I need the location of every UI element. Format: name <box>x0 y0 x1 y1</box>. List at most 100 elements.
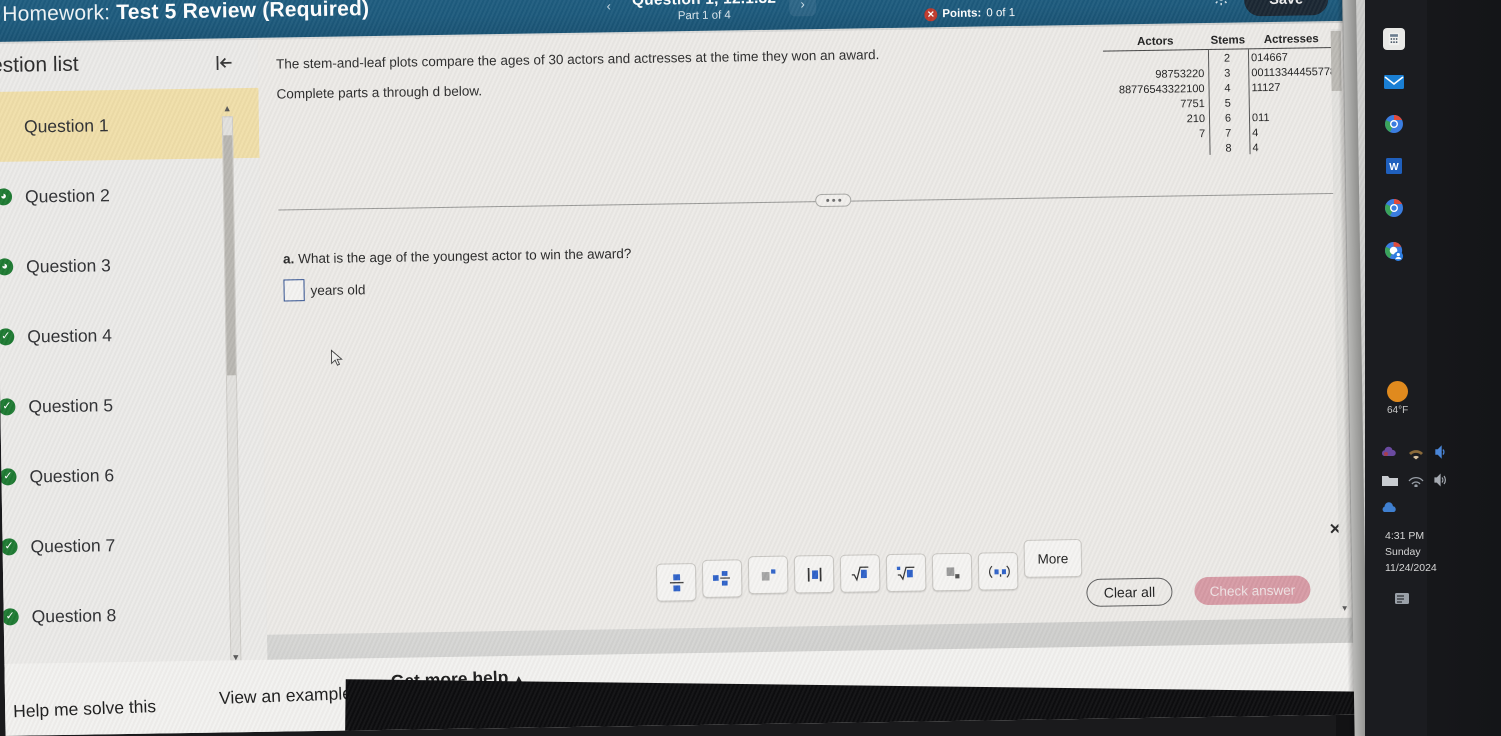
cell-stem: 7 <box>1225 127 1232 140</box>
cell-actors: 210 <box>1186 112 1206 126</box>
clear-all-button[interactable]: Clear all <box>1086 577 1173 607</box>
speaker-icon[interactable] <box>1433 444 1449 460</box>
ellipsis-dot <box>825 198 829 202</box>
monitor-screen: Homework: Test 5 Review (Required) ‹ Que… <box>0 0 1381 736</box>
status-icon: ◕ <box>0 258 14 276</box>
cell-actors: 98753220 <box>1155 67 1205 81</box>
answer-row: years old <box>283 278 366 302</box>
chrome-icon[interactable] <box>1383 197 1405 219</box>
homework-name: Test 5 Review (Required) <box>116 0 370 25</box>
question-navigator: Question 1, 12.1.32 Part 1 of 4 <box>589 0 819 24</box>
cell-actors: 7751 <box>1180 97 1205 111</box>
sidebar-item-question-1[interactable]: Question 1 <box>0 87 260 163</box>
sidebar-item-label: Question 6 <box>29 464 115 487</box>
sidebar-item-question-3[interactable]: ◕ Question 3 <box>0 228 262 302</box>
part-a-label: a. <box>282 251 295 267</box>
prompt-line-2: Complete parts a through d below. <box>276 83 483 102</box>
prompt-line-1: The stem-and-leaf plots compare the ages… <box>275 47 880 72</box>
cell-actors <box>1103 52 1206 69</box>
nth-root-button[interactable] <box>885 553 927 593</box>
answer-actions: Clear all Check answer <box>1086 575 1311 607</box>
column-header-actresses: Actresses <box>1263 33 1319 47</box>
ordered-pair-button[interactable] <box>977 551 1019 591</box>
chrome-profile-icon[interactable] <box>1383 240 1405 262</box>
cell-actors <box>1104 142 1207 159</box>
math-palette: More <box>655 538 1083 602</box>
question-list-sidebar: estion list Question 1 ◕ Question 2 ◕ Qu… <box>0 39 268 685</box>
cell-stem: 6 <box>1224 112 1232 125</box>
cloud-icon[interactable] <box>1381 501 1397 517</box>
cell-actors: 88776543322100 <box>1118 82 1205 97</box>
gear-icon[interactable] <box>1212 0 1230 7</box>
cell-actresses: 00113344455778 <box>1251 65 1337 80</box>
sun-icon <box>1387 381 1409 402</box>
cell-actresses: 4 <box>1252 142 1259 155</box>
sidebar-scroll-up-arrow[interactable]: ▲ <box>222 103 233 116</box>
part-a-text: What is the age of the youngest actor to… <box>298 246 632 267</box>
cell-stem: 4 <box>1224 82 1231 95</box>
score-block: HW Score: 93.75%, 15 of 16 points ✕ Poin… <box>924 0 1107 23</box>
cell-actresses: 4 <box>1252 127 1259 140</box>
homework-label: Homework: <box>2 1 111 26</box>
answer-unit-label: years old <box>310 281 366 298</box>
cell-stem: 8 <box>1225 142 1232 155</box>
taskbar-clock[interactable]: 4:31 PM Sunday 11/24/2024 <box>1385 528 1437 576</box>
sidebar-item-label: Question 4 <box>27 324 113 347</box>
points-label: Points: <box>942 7 982 21</box>
word-icon[interactable]: W <box>1383 155 1405 177</box>
sidebar-item-label: Question 7 <box>30 534 116 556</box>
windows-taskbar: W 64°F 4:31 PM Sunday 11/24/2024 <box>1365 0 1501 736</box>
check-answer-button[interactable]: Check answer <box>1194 575 1311 606</box>
mail-icon[interactable] <box>1383 71 1405 93</box>
calculator-icon[interactable] <box>1383 28 1405 50</box>
sidebar-title: estion list <box>0 52 79 78</box>
next-question-button[interactable]: › <box>788 0 817 17</box>
folder-icon[interactable] <box>1381 473 1398 489</box>
onedrive-icon[interactable] <box>1381 444 1397 460</box>
sidebar-item-question-5[interactable]: ✓ Question 5 <box>0 368 264 442</box>
cell-stem: 3 <box>1224 67 1231 80</box>
collapse-left-icon[interactable] <box>214 52 235 79</box>
view-an-example-link[interactable]: View an example <box>219 683 353 709</box>
more-options-ellipsis[interactable] <box>815 193 852 208</box>
cell-stem: 5 <box>1224 97 1231 110</box>
column-header-actors: Actors <box>1136 35 1174 49</box>
taskbar-strip <box>1365 0 1427 736</box>
volume-icon[interactable] <box>1433 473 1449 489</box>
ellipsis-dot <box>837 198 841 202</box>
subscript-button[interactable] <box>931 552 973 592</box>
help-me-solve-this-link[interactable]: Help me solve this <box>13 696 157 722</box>
sidebar-item-question-4[interactable]: ✓ Question 4 <box>0 298 263 372</box>
cell-actors: 7 <box>1199 127 1206 141</box>
svg-text:W: W <box>1389 162 1399 173</box>
cell-actresses <box>1249 95 1336 111</box>
answer-input[interactable] <box>283 279 305 302</box>
points-value: 0 of 1 <box>986 6 1016 20</box>
cell-stem: 2 <box>1223 52 1231 65</box>
weather-temperature: 64°F <box>1387 405 1409 416</box>
weather-widget[interactable]: 64°F <box>1387 381 1408 416</box>
more-palette-button[interactable]: More <box>1023 538 1083 578</box>
square-root-button[interactable] <box>839 554 881 593</box>
sidebar-item-label: Question 1 <box>23 114 109 137</box>
status-icon: ✓ <box>1 608 19 626</box>
points-row: ✕ Points: 0 of 1 <box>924 4 1106 24</box>
question-part: Part 1 of 4 <box>677 9 731 23</box>
notifications-icon[interactable] <box>1393 590 1411 608</box>
stem-and-leaf-plot: Actors Stems Actresses 2 014667 98753220 <box>1102 33 1337 159</box>
wifi-icon[interactable] <box>1407 444 1423 460</box>
network-icon[interactable] <box>1407 473 1424 489</box>
sidebar-item-question-6[interactable]: ✓ Question 6 <box>0 438 265 512</box>
sidebar-item-question-7[interactable]: ✓ Question 7 <box>0 508 266 582</box>
sidebar-item-label: Question 8 <box>31 604 117 626</box>
exponent-button[interactable] <box>747 555 789 595</box>
chrome-icon[interactable] <box>1383 113 1405 135</box>
incorrect-x-icon: ✕ <box>924 8 938 22</box>
absolute-value-button[interactable] <box>793 554 835 594</box>
mixed-number-button[interactable] <box>701 559 743 598</box>
sidebar-item-question-2[interactable]: ◕ Question 2 <box>0 158 261 232</box>
sidebar-item-question-8[interactable]: ✓ Question 8 <box>0 578 267 652</box>
sidebar-item-label: Question 3 <box>26 254 111 277</box>
save-button[interactable]: Save <box>1243 0 1329 17</box>
fraction-button[interactable] <box>655 563 697 602</box>
